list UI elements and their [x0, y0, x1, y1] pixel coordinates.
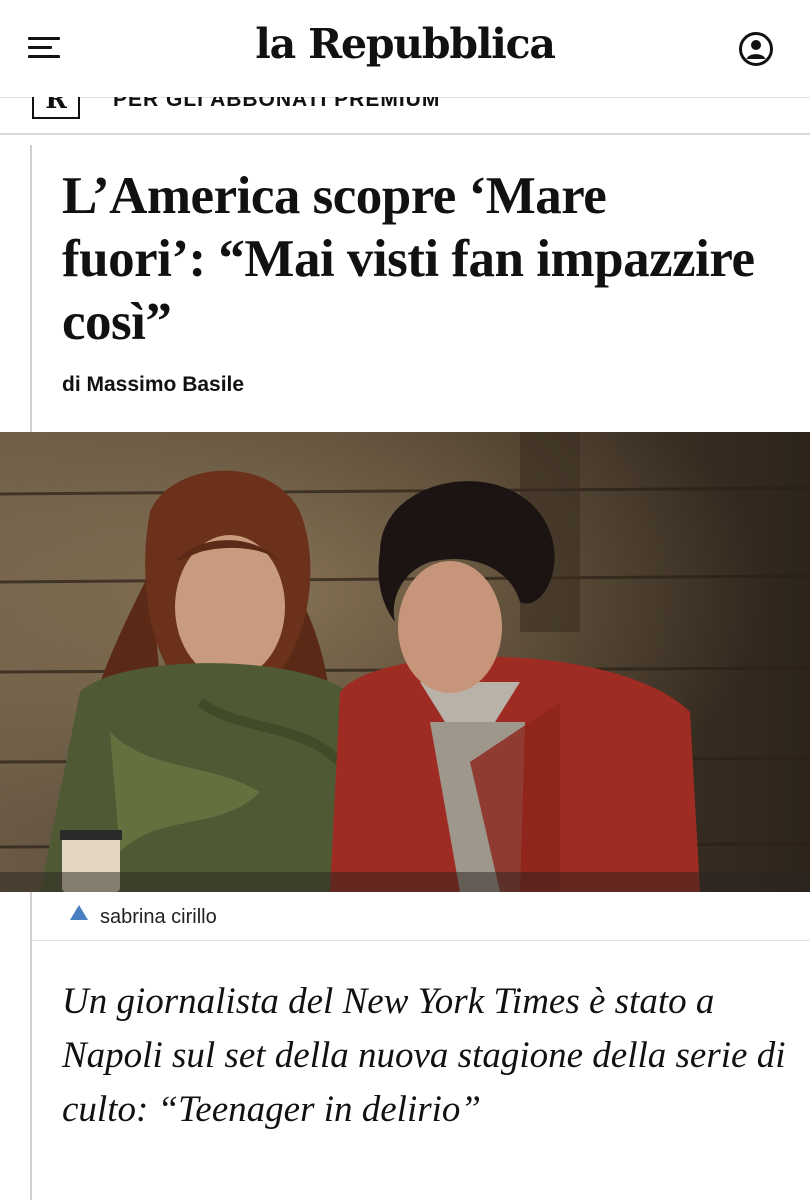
premium-label: PER GLI ABBONATI PREMIUM — [113, 97, 441, 111]
premium-banner[interactable]: R PER GLI ABBONATI PREMIUM — [0, 97, 810, 135]
top-navigation-bar: la Repubblica — [0, 0, 810, 98]
image-caption-text: sabrina cirillo — [100, 906, 217, 928]
article-photo-illustration — [0, 432, 810, 892]
premium-badge-letter: R — [45, 97, 67, 115]
image-caption[interactable]: sabrina cirillo — [0, 892, 810, 940]
caption-rule — [30, 892, 32, 940]
triangle-up-icon — [70, 905, 88, 920]
left-rule — [30, 145, 32, 435]
left-rule-lower — [30, 940, 32, 1200]
article-summary: Un giornalista del New York Times è stat… — [62, 981, 786, 1130]
account-button[interactable] — [738, 31, 774, 67]
article-photo[interactable] — [0, 432, 810, 892]
site-logo[interactable]: la Repubblica — [0, 20, 810, 68]
caption-divider — [32, 940, 810, 941]
article-byline[interactable]: di Massimo Basile — [62, 373, 244, 397]
article-headline: L’America scopre ‘Mare fuori’: “Mai vist… — [62, 167, 755, 351]
user-account-icon — [739, 32, 773, 66]
premium-badge: R — [32, 97, 80, 119]
